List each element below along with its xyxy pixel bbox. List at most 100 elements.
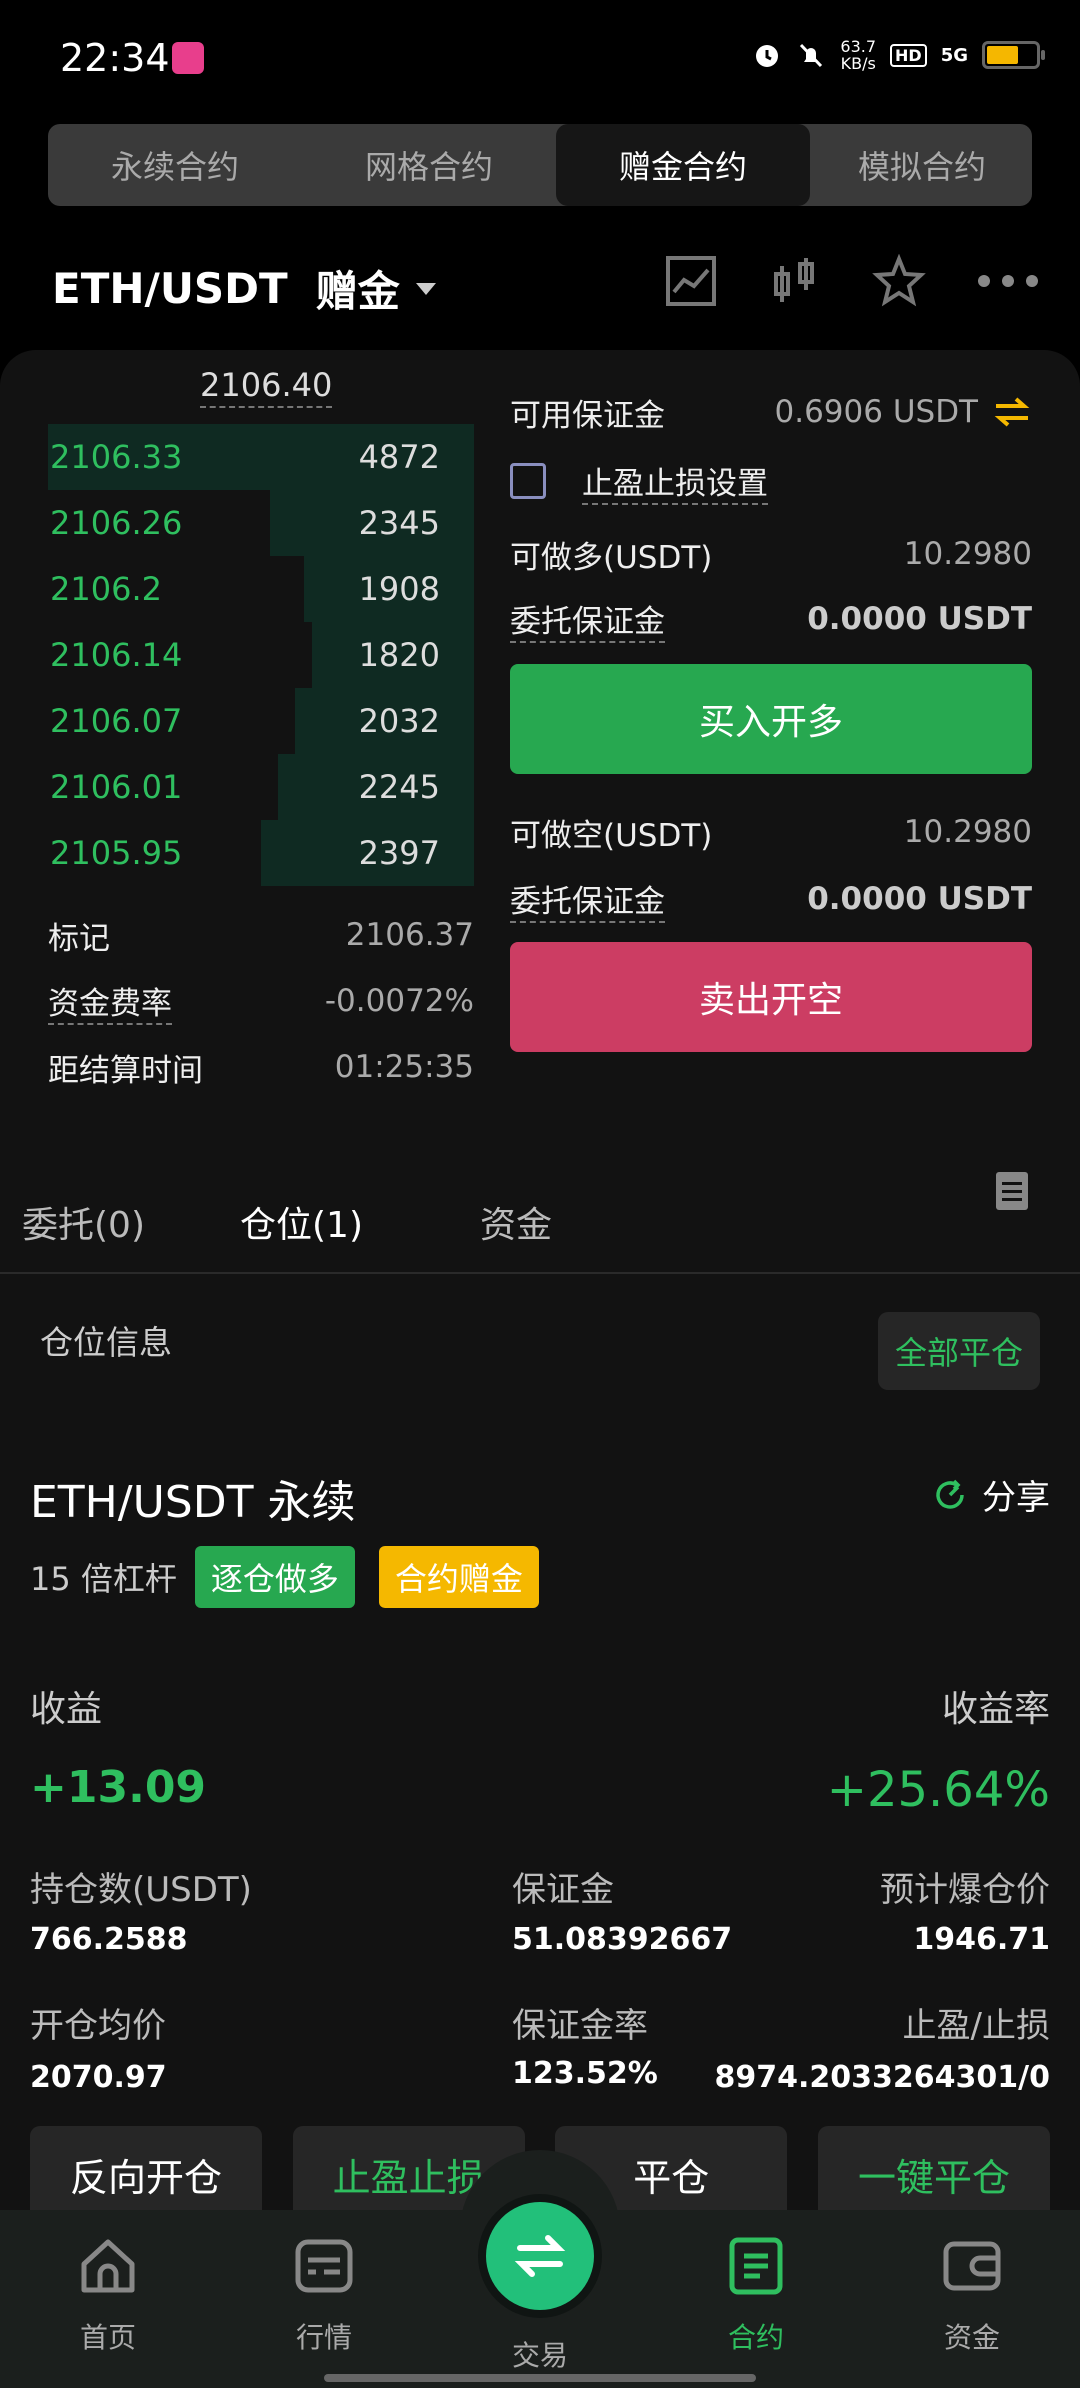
candlestick-icon[interactable] [768,254,822,308]
tab-perpetual[interactable]: 永续合约 [48,124,302,206]
list-icon[interactable] [994,1170,1030,1212]
position-title[interactable]: ETH/USDT 永续 [30,1466,355,1530]
one-click-close-button[interactable]: 一键平仓 [817,2126,1050,2222]
tab-orders[interactable]: 委托(0) [22,1196,145,1248]
book-qty: 2032 [358,702,440,740]
pnl-label: 收益 [30,1689,103,1730]
book-row[interactable]: 2105.95 2397 [48,820,474,886]
position-tags: 15 倍杠杆 逐仓做多 合约赠金 [30,1546,539,1608]
order-form: 可用保证金 0.6906 USDT 止盈止损设置 可做多(USDT) 10.298… [510,384,1032,1052]
tab-bonus[interactable]: 赠金合约 [556,124,810,206]
book-row[interactable]: 2106.01 2245 [48,754,474,820]
mark-value: 2106.37 [345,917,474,953]
margin-rate-value: 123.52% [512,2056,658,2091]
signal-icon: 5G [940,44,968,66]
short-avail-value: 10.2980 [903,814,1032,850]
tpsl-setting-label[interactable]: 止盈止损设置 [582,458,768,505]
share-label: 分享 [982,1478,1050,1518]
book-qty: 4872 [358,438,440,476]
isolated-long-tag: 逐仓做多 [194,1546,355,1608]
tab-positions[interactable]: 仓位(1) [240,1196,363,1248]
nav-trade[interactable]: 交易 [470,2334,610,2374]
book-price: 2106.07 [50,702,183,740]
last-price[interactable]: 2106.40 [200,366,333,408]
settle-label: 距结算时间 [48,1052,203,1089]
nav-contract[interactable]: 合约 [686,2234,826,2356]
share-icon [936,1479,964,1509]
chart-icon[interactable] [664,254,718,308]
tab-assets[interactable]: 资金 [480,1196,552,1248]
market-stats: 标记 2106.37 资金费率 -0.0072% 距结算时间 01:25:35 [48,902,474,1100]
order-margin-label[interactable]: 委托保证金 [510,596,665,643]
caret-down-icon [415,282,436,295]
pair-selector[interactable]: ETH/USDT 赠金 [52,258,436,319]
contract-type-tabs: 永续合约 网格合约 赠金合约 模拟合约 [48,124,1032,206]
liq-price-label: 预计爆仓价 [880,1870,1050,1910]
funding-value: -0.0072% [324,983,474,1019]
size-value: 766.2588 [30,1922,188,1957]
position-tabs: 委托(0) 仓位(1) 资金 [0,1170,1080,1274]
book-row[interactable]: 2106.07 2032 [48,688,474,754]
net-speed: 63.7 KB/s [840,37,877,73]
reverse-button[interactable]: 反向开仓 [30,2126,262,2222]
available-value: 0.6906 USDT [774,394,979,430]
buy-long-button[interactable]: 买入开多 [510,664,1032,774]
tpsl-label: 止盈/止损 [902,2006,1050,2046]
swap-icon [514,2235,566,2277]
home-indicator [324,2374,756,2382]
long-avail-label: 可做多(USDT) [510,539,713,576]
margin-rate-label: 保证金率 [512,2006,648,2046]
transfer-icon[interactable] [992,395,1032,429]
leverage-label[interactable]: 15 倍杠杆 [30,1554,177,1600]
book-qty: 1820 [358,636,440,674]
mute-bell-icon [800,43,823,68]
bonus-tag: 合约赠金 [378,1546,539,1608]
nav-wallet[interactable]: 资金 [902,2234,1042,2356]
settle-value: 01:25:35 [334,1049,474,1085]
home-icon [81,2239,135,2293]
nav-label: 合约 [727,2321,784,2354]
book-price: 2106.01 [50,768,183,806]
pnl-value: +13.09 [30,1762,207,1813]
star-icon[interactable] [872,254,926,308]
battery-icon [982,41,1045,69]
entry-price-label: 开仓均价 [30,2006,166,2046]
nav-market[interactable]: 行情 [254,2234,394,2356]
book-price: 2106.33 [50,438,183,476]
book-price: 2106.26 [50,504,183,542]
tab-grid[interactable]: 网格合约 [302,124,556,206]
close-all-button[interactable]: 全部平仓 [878,1312,1040,1390]
book-row[interactable]: 2106.14 1820 [48,622,474,688]
nav-label: 资金 [943,2321,1000,2354]
share-button[interactable]: 分享 [932,1470,1050,1519]
pair-mode: 赠金 [315,267,400,316]
book-row[interactable]: 2106.2 1908 [48,556,474,622]
liq-price-value: 1946.71 [913,1922,1050,1957]
tab-demo[interactable]: 模拟合约 [810,124,1032,206]
margin-label: 保证金 [512,1870,614,1910]
book-price: 2106.2 [50,570,162,608]
short-avail-label: 可做空(USDT) [510,817,713,854]
more-icon[interactable] [976,271,1040,291]
funding-label[interactable]: 资金费率 [48,978,172,1025]
book-price: 2105.95 [50,834,183,872]
pair-name: ETH/USDT [52,264,288,313]
sell-short-button[interactable]: 卖出开空 [510,942,1032,1052]
order-book: 2106.33 4872 2106.26 2345 2106.2 1908 2106.… [48,424,474,886]
wallet-icon [943,2241,1001,2291]
nav-label: 行情 [295,2321,352,2354]
order-margin-label[interactable]: 委托保证金 [510,876,665,923]
trade-fab[interactable] [486,2202,594,2310]
book-row[interactable]: 2106.33 4872 [48,424,474,490]
hd-icon: HD [890,43,927,67]
mark-label: 标记 [48,920,110,957]
tpsl-value: 8974.2033264301/0 [714,2060,1050,2095]
pnl-rate-label: 收益率 [941,1689,1050,1730]
market-icon [295,2239,353,2293]
nav-home[interactable]: 首页 [38,2234,178,2356]
book-row[interactable]: 2106.26 2345 [48,490,474,556]
book-price: 2106.14 [50,636,183,674]
pnl-rate-value: +25.64% [826,1762,1050,1818]
book-qty: 1908 [358,570,440,608]
tpsl-checkbox[interactable] [510,463,546,499]
